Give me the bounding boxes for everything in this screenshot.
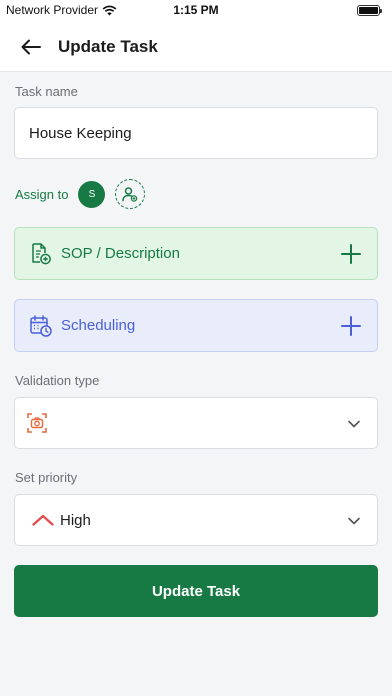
assign-label: Assign to	[15, 186, 69, 202]
app-header: Update Task	[0, 22, 392, 72]
priority-value: High	[60, 511, 91, 529]
task-name-label: Task name	[15, 84, 78, 99]
sop-description-label: SOP / Description	[61, 245, 180, 262]
priority-label: Set priority	[15, 470, 78, 485]
document-add-icon	[32, 242, 51, 264]
chevron-down-icon	[348, 517, 360, 525]
update-task-button[interactable]: Update Task	[14, 565, 378, 617]
calendar-clock-icon	[30, 314, 52, 337]
status-bar: Network Provider 1:15 PM	[0, 0, 392, 22]
task-name-input[interactable]: House Keeping	[14, 107, 378, 159]
plus-icon	[341, 316, 361, 336]
assignee-avatar[interactable]: S	[78, 180, 106, 208]
camera-scan-icon	[27, 413, 47, 433]
validation-type-select[interactable]	[14, 397, 378, 449]
add-user-icon	[122, 187, 138, 202]
scheduling-label: Scheduling	[61, 317, 136, 334]
battery-icon	[357, 5, 382, 16]
scheduling-card[interactable]: Scheduling	[14, 299, 378, 352]
plus-icon	[341, 244, 361, 264]
arrow-left-icon	[21, 39, 41, 54]
validation-type-label: Validation type	[15, 373, 100, 388]
sop-description-card[interactable]: SOP / Description	[14, 227, 378, 280]
assign-row: Assign to S	[15, 179, 146, 209]
task-name-value: House Keeping	[29, 124, 132, 142]
page-title: Update Task	[58, 36, 158, 56]
priority-select[interactable]: High	[14, 494, 378, 546]
update-task-label: Update Task	[151, 582, 241, 600]
clock: 1:15 PM	[173, 3, 219, 17]
chevron-up-icon	[32, 514, 54, 526]
avatar-initial: S	[88, 188, 96, 200]
back-button[interactable]	[14, 30, 48, 64]
add-assignee-button[interactable]	[115, 179, 146, 209]
chevron-down-icon	[348, 420, 360, 428]
